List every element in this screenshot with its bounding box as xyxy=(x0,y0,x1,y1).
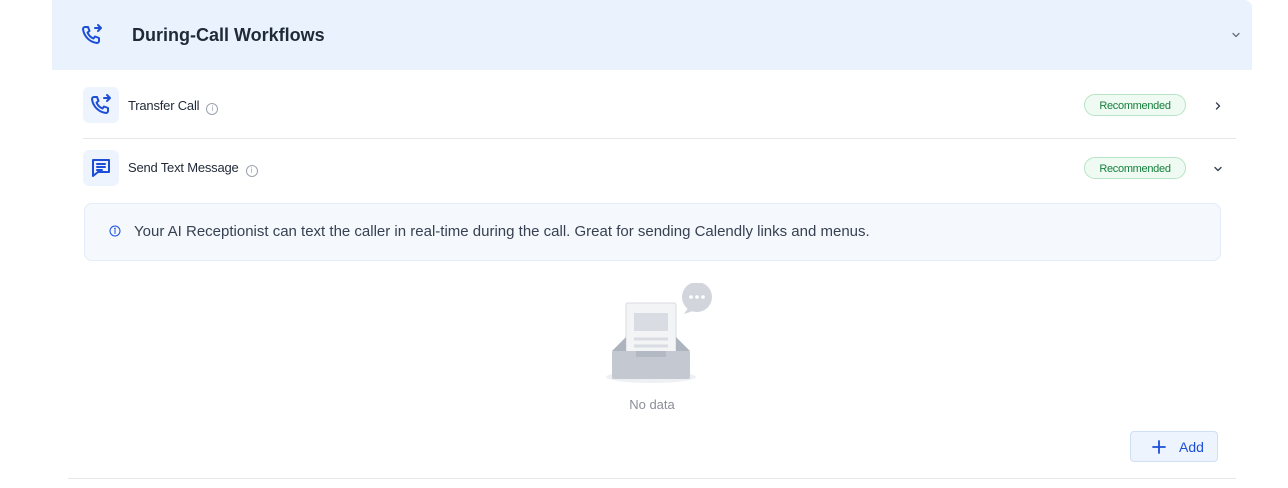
during-call-workflows-panel: During-Call Workflows Transfer Call i Rec… xyxy=(52,0,1252,488)
sms-info-text: Your AI Receptionist can text the caller… xyxy=(134,223,870,240)
add-button-label: Add xyxy=(1179,439,1204,455)
section-header[interactable]: During-Call Workflows xyxy=(52,0,1252,70)
empty-state-text: No data xyxy=(629,397,675,412)
section-title: During-Call Workflows xyxy=(132,25,325,45)
recommended-badge: Recommended xyxy=(1084,157,1186,179)
sms-info-banner: Your AI Receptionist can text the caller… xyxy=(84,203,1221,261)
workflow-item-transfer-call[interactable]: Transfer Call i Recommended xyxy=(83,71,1236,139)
empty-inbox-illustration-icon xyxy=(604,282,720,387)
plus-icon xyxy=(1152,440,1166,454)
chevron-down-icon[interactable] xyxy=(1212,162,1224,174)
workflow-item-send-text-message[interactable]: Send Text Message i Recommended xyxy=(83,138,1236,205)
chevron-down-icon[interactable] xyxy=(1230,28,1242,40)
phone-transfer-icon xyxy=(80,23,104,47)
info-icon[interactable]: i xyxy=(206,103,219,115)
info-icon[interactable]: i xyxy=(245,165,258,177)
phone-transfer-icon xyxy=(83,87,119,123)
workflow-item-label: Transfer Call i xyxy=(128,98,219,115)
add-button[interactable]: Add xyxy=(1130,431,1218,462)
divider xyxy=(68,478,1236,479)
chevron-right-icon[interactable] xyxy=(1212,99,1224,111)
info-icon xyxy=(109,224,121,237)
recommended-badge: Recommended xyxy=(1084,94,1186,116)
message-icon xyxy=(83,150,119,186)
workflow-item-label: Send Text Message i xyxy=(128,160,258,177)
